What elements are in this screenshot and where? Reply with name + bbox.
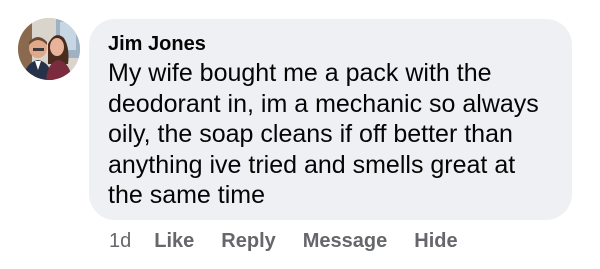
comment-text: My wife bought me a pack with the deodor… [108, 59, 539, 209]
like-button[interactable]: Like [154, 230, 194, 253]
comment-bubble: Jim Jones My wife bought me a pack with … [89, 19, 572, 220]
author-name[interactable]: Jim Jones [108, 33, 554, 55]
message-button[interactable]: Message [303, 230, 388, 253]
comment-timestamp[interactable]: 1d [109, 230, 131, 253]
hide-button[interactable]: Hide [414, 230, 457, 253]
author-avatar[interactable] [18, 18, 80, 80]
comment: Jim Jones My wife bought me a pack with … [0, 0, 600, 269]
comment-actions: 1d Like Reply Message Hide [109, 229, 485, 253]
profile-photo-icon [18, 18, 80, 80]
reply-button[interactable]: Reply [221, 230, 275, 253]
